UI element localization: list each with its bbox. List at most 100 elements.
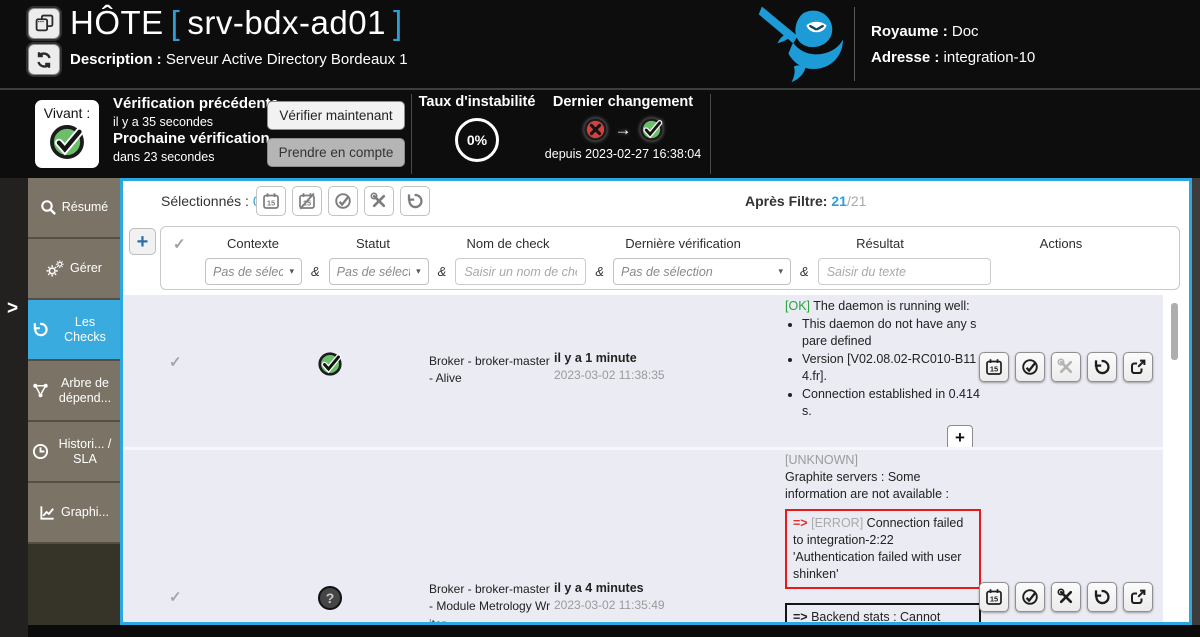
export-icon bbox=[1129, 588, 1147, 606]
state-transition-arrow: → bbox=[615, 120, 632, 140]
fix-button bbox=[1051, 352, 1081, 382]
realm-line: Royaume : Doc bbox=[871, 23, 1200, 40]
sidebar-item-historique-sla[interactable]: Histori... / SLA bbox=[28, 422, 120, 483]
status-bar: Vivant : Vérification précédente il y a … bbox=[0, 88, 1200, 178]
vertical-scrollbar[interactable] bbox=[1171, 303, 1178, 360]
statusbar-divider bbox=[411, 94, 412, 174]
sidebar-item-arbre-dependances[interactable]: Arbre de dépend... bbox=[28, 361, 120, 422]
address-line: Adresse : integration-10 bbox=[871, 49, 1200, 66]
sidebar-item-label: Graphi... bbox=[61, 505, 109, 519]
last-check-relative: il y a 1 minute bbox=[554, 351, 665, 365]
column-header-resultat: Résultat bbox=[856, 236, 904, 251]
tools-icon bbox=[1057, 588, 1075, 606]
alive-status-card: Vivant : bbox=[35, 100, 99, 168]
sidebar: Résumé Gérer Les Checks Arbre de dépend.… bbox=[28, 178, 120, 625]
acknowledge-button[interactable]: Prendre en compte bbox=[267, 138, 405, 167]
recheck-button[interactable] bbox=[1087, 352, 1117, 382]
column-header-contexte: Contexte bbox=[227, 236, 279, 251]
alive-ok-icon bbox=[48, 123, 86, 161]
check-now-button[interactable]: Vérifier maintenant bbox=[267, 101, 405, 130]
and-separator: & bbox=[311, 264, 320, 279]
clock-icon bbox=[32, 443, 49, 460]
arrow-prefix: => bbox=[793, 516, 808, 530]
select-all-check-icon[interactable]: ✓ bbox=[173, 235, 186, 253]
selected-count: Sélectionnés : 0 bbox=[161, 193, 261, 209]
sidebar-item-graphiques[interactable]: Graphi... bbox=[28, 483, 120, 544]
and-separator: & bbox=[438, 264, 447, 279]
last-change-since: depuis 2023-02-27 16:38:04 bbox=[543, 147, 703, 161]
error-message-box: => [ERROR] Connection failed to integrat… bbox=[785, 509, 981, 589]
check-result: [OK] The daemon is running well: This da… bbox=[785, 298, 981, 450]
last-check-filter-select[interactable]: Pas de sélection ▾ bbox=[613, 258, 791, 285]
check-name: Broker - broker-master - Module Metrolog… bbox=[429, 581, 551, 622]
search-icon bbox=[40, 199, 57, 216]
undo-icon bbox=[1093, 358, 1111, 376]
last-check-date: 2023-03-02 11:38:35 bbox=[554, 368, 665, 382]
windows-button[interactable] bbox=[28, 8, 60, 39]
checks-table: ✓ Broker - broker-master - Alive il y a … bbox=[123, 295, 1163, 622]
panel-right-gutter bbox=[1192, 178, 1200, 625]
calendar-downtime-icon bbox=[985, 358, 1003, 376]
fix-checks-button[interactable] bbox=[364, 186, 394, 216]
after-filter-count: Après Filtre: 21/21 bbox=[745, 193, 866, 209]
refresh-button[interactable] bbox=[28, 44, 60, 75]
header: HÔTE[srv-bdx-ad01] Description : Serveur… bbox=[0, 0, 1200, 88]
result-detail-item: Connection established in 0.414s. bbox=[802, 386, 981, 420]
result-headline: Graphite servers : Some information are … bbox=[785, 469, 981, 503]
checks-panel: Sélectionnés : 0 Après Filtre: 21/21 + ✓… bbox=[120, 178, 1192, 625]
recheck-button[interactable] bbox=[1087, 582, 1117, 612]
expand-sidebar-chevron[interactable]: > bbox=[7, 298, 18, 320]
recheck-button[interactable] bbox=[400, 186, 430, 216]
calendar-downtime-icon bbox=[985, 588, 1003, 606]
status-ok-icon bbox=[317, 351, 343, 377]
export-button[interactable] bbox=[1123, 352, 1153, 382]
row-actions bbox=[979, 582, 1153, 612]
check-timing: Vérification précédente il y a 35 second… bbox=[113, 95, 279, 165]
table-row: [UNKNOWN] Graphite servers : Some inform… bbox=[123, 450, 1163, 622]
context-filter-select[interactable]: Pas de sélection ▾ bbox=[205, 258, 302, 285]
status-filter-select[interactable]: Pas de sélection ▾ bbox=[329, 258, 429, 285]
current-state-ok-icon bbox=[639, 117, 664, 142]
sidebar-item-label: Histori... / SLA bbox=[54, 437, 116, 466]
schedule-downtime-button[interactable] bbox=[979, 582, 1009, 612]
sidebar-item-resume[interactable]: Résumé bbox=[28, 178, 120, 239]
sidebar-item-gerer[interactable]: Gérer bbox=[28, 239, 120, 300]
add-filter-button[interactable]: + bbox=[129, 228, 156, 255]
column-header-statut: Statut bbox=[356, 236, 390, 251]
tools-icon bbox=[1057, 358, 1075, 376]
acknowledge-button[interactable] bbox=[1015, 582, 1045, 612]
export-button[interactable] bbox=[1123, 582, 1153, 612]
last-check-date: 2023-03-02 11:35:49 bbox=[554, 598, 665, 612]
check-circle-icon bbox=[1021, 358, 1039, 376]
page-title: HÔTE[srv-bdx-ad01] bbox=[70, 4, 410, 42]
next-check-label: Prochaine vérification bbox=[113, 130, 279, 149]
sidebar-item-label: Gérer bbox=[70, 261, 102, 275]
statusbar-divider bbox=[710, 94, 711, 174]
acknowledge-button[interactable] bbox=[1015, 352, 1045, 382]
schedule-downtime-button[interactable] bbox=[979, 352, 1009, 382]
last-change-block: Dernier changement → depuis 2023-02-27 1… bbox=[543, 94, 703, 161]
schedule-downtime-button[interactable] bbox=[256, 186, 286, 216]
last-check-cell: il y a 4 minutes 2023-03-02 11:35:49 bbox=[554, 581, 665, 612]
info-message-box: => Backend stats : Cannot connect to ser… bbox=[785, 603, 981, 622]
last-check-cell: il y a 1 minute 2023-03-02 11:38:35 bbox=[554, 351, 665, 382]
column-header-actions: Actions bbox=[1040, 236, 1083, 251]
result-filter-input[interactable] bbox=[818, 258, 991, 285]
undo-icon bbox=[406, 192, 424, 210]
fix-button[interactable] bbox=[1051, 582, 1081, 612]
chart-icon bbox=[39, 504, 56, 521]
check-circle-icon bbox=[334, 192, 352, 210]
sidebar-item-les-checks[interactable]: Les Checks bbox=[28, 300, 120, 361]
bracket-close: ] bbox=[386, 4, 410, 41]
column-header-nom-de-check: Nom de check bbox=[466, 236, 549, 251]
row-select-check-icon[interactable]: ✓ bbox=[169, 588, 182, 606]
table-row: ✓ Broker - broker-master - Alive il y a … bbox=[123, 295, 1163, 447]
check-name-filter-input[interactable] bbox=[455, 258, 586, 285]
acknowledge-checks-button[interactable] bbox=[328, 186, 358, 216]
result-detail-list: This daemon do not have any spare define… bbox=[802, 316, 981, 420]
row-select-check-icon[interactable]: ✓ bbox=[169, 353, 182, 371]
cancel-downtime-button[interactable] bbox=[292, 186, 322, 216]
result-detail-item: This daemon do not have any spare define… bbox=[802, 316, 981, 350]
dependency-tree-icon bbox=[32, 382, 49, 399]
arrow-prefix: => bbox=[793, 610, 808, 622]
